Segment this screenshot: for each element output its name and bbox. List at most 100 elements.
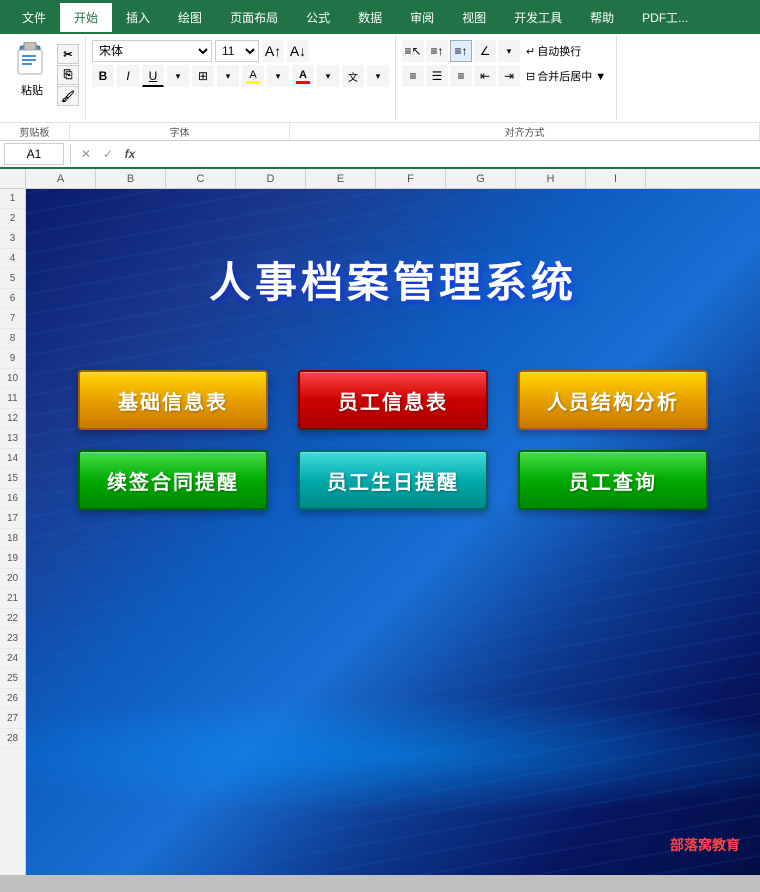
alignment-group: ≡↖ ≡↑ ≡↑ ∠ ▾ ↵ 自动换行 ≡ ☰ ≡ ⇤ ⇥ ⊟ 合并后居中 ▼ bbox=[396, 36, 617, 120]
col-header-A: A bbox=[26, 169, 96, 188]
tab-insert[interactable]: 插入 bbox=[112, 3, 164, 32]
tab-help[interactable]: 帮助 bbox=[576, 3, 628, 32]
col-header-C: C bbox=[166, 169, 236, 188]
row-num-18: 18 bbox=[0, 529, 25, 549]
watermark: 部落窝教育 bbox=[670, 835, 740, 855]
font-color-dropdown[interactable]: ▾ bbox=[317, 65, 339, 87]
menu-btn-基础信息表[interactable]: 基础信息表 bbox=[78, 370, 268, 430]
col-header-E: E bbox=[306, 169, 376, 188]
main-title: 人事档案管理系统 bbox=[209, 249, 577, 310]
row-num-header bbox=[0, 169, 26, 188]
tab-formula[interactable]: 公式 bbox=[292, 3, 344, 32]
cancel-icon[interactable]: ✕ bbox=[77, 145, 95, 163]
tab-view[interactable]: 视图 bbox=[448, 3, 500, 32]
formula-bar-separator bbox=[70, 144, 71, 164]
align-top-right-button[interactable]: ≡↑ bbox=[450, 40, 472, 62]
row-num-23: 23 bbox=[0, 629, 25, 649]
col-header-D: D bbox=[236, 169, 306, 188]
font-decrease-button[interactable]: A↓ bbox=[287, 40, 309, 62]
ribbon-group-labels: 剪贴板 字体 对齐方式 bbox=[0, 122, 760, 140]
format-painter-button[interactable]: 🖌 bbox=[57, 86, 79, 106]
align-top-left-button[interactable]: ≡↖ bbox=[402, 40, 424, 62]
col-header-F: F bbox=[376, 169, 446, 188]
tab-developer[interactable]: 开发工具 bbox=[500, 3, 576, 32]
align-top-center-button[interactable]: ≡↑ bbox=[426, 40, 448, 62]
alignment-label: 对齐方式 bbox=[290, 123, 760, 140]
fx-icon[interactable]: fx bbox=[121, 145, 139, 163]
column-headers: ABCDEFGHI bbox=[0, 169, 760, 189]
cell-reference-input[interactable] bbox=[4, 143, 64, 165]
font-color-button[interactable]: A bbox=[292, 65, 314, 87]
row-num-11: 11 bbox=[0, 389, 25, 409]
border-dropdown[interactable]: ▾ bbox=[217, 65, 239, 87]
col-header-I: I bbox=[586, 169, 646, 188]
cut-button[interactable]: ✂ bbox=[57, 44, 79, 64]
row-num-10: 10 bbox=[0, 369, 25, 389]
row-num-22: 22 bbox=[0, 609, 25, 629]
wrap-text-button[interactable]: ↵ 自动换行 bbox=[522, 40, 585, 62]
special-format-dropdown[interactable]: ▾ bbox=[367, 65, 389, 87]
clipboard-label: 剪贴板 bbox=[0, 123, 70, 140]
text-angle-button[interactable]: ∠ bbox=[474, 40, 496, 62]
menu-btn-员工查询[interactable]: 员工查询 bbox=[518, 450, 708, 510]
menu-btn-续签合同提醒[interactable]: 续签合同提醒 bbox=[78, 450, 268, 510]
row-num-12: 12 bbox=[0, 409, 25, 429]
row-num-14: 14 bbox=[0, 449, 25, 469]
row-num-9: 9 bbox=[0, 349, 25, 369]
text-angle-dropdown[interactable]: ▾ bbox=[498, 40, 520, 62]
font-size-select[interactable]: 11 bbox=[215, 40, 259, 62]
clipboard-group: 粘贴 ✂ ⎘ 🖌 bbox=[4, 36, 86, 120]
clipboard-small-buttons: ✂ ⎘ 🖌 bbox=[57, 44, 79, 106]
font-increase-button[interactable]: A↑ bbox=[262, 40, 284, 62]
tab-review[interactable]: 审阅 bbox=[396, 3, 448, 32]
ribbon-tabs-bar: 文件 开始 插入 绘图 页面布局 公式 数据 审阅 视图 开发工具 帮助 PDF… bbox=[0, 0, 760, 34]
special-format-button[interactable]: 文 bbox=[342, 65, 364, 87]
row-num-26: 26 bbox=[0, 689, 25, 709]
formula-input[interactable] bbox=[143, 143, 756, 165]
bold-button[interactable]: B bbox=[92, 65, 114, 87]
row-num-1: 1 bbox=[0, 189, 25, 209]
tab-page-layout[interactable]: 页面布局 bbox=[216, 3, 292, 32]
ribbon-content: 粘贴 ✂ ⎘ 🖌 宋体 11 A↑ A↓ bbox=[0, 34, 760, 122]
font-label: 字体 bbox=[70, 123, 290, 140]
confirm-icon[interactable]: ✓ bbox=[99, 145, 117, 163]
ribbon: 粘贴 ✂ ⎘ 🖌 宋体 11 A↑ A↓ bbox=[0, 34, 760, 141]
align-row-2: ≡ ☰ ≡ ⇤ ⇥ ⊟ 合并后居中 ▼ bbox=[402, 65, 610, 87]
decrease-indent-button[interactable]: ⇤ bbox=[474, 65, 496, 87]
paste-label: 粘贴 bbox=[21, 82, 43, 98]
font-name-select[interactable]: 宋体 bbox=[92, 40, 212, 62]
row-num-7: 7 bbox=[0, 309, 25, 329]
cells-area: 人事档案管理系统 基础信息表员工信息表人员结构分析续签合同提醒员工生日提醒员工查… bbox=[26, 189, 760, 875]
col-header-B: B bbox=[96, 169, 166, 188]
tab-file[interactable]: 文件 bbox=[8, 3, 60, 32]
tab-draw[interactable]: 绘图 bbox=[164, 3, 216, 32]
italic-button[interactable]: I bbox=[117, 65, 139, 87]
row-num-15: 15 bbox=[0, 469, 25, 489]
row-num-27: 27 bbox=[0, 709, 25, 729]
row-num-16: 16 bbox=[0, 489, 25, 509]
align-center-button[interactable]: ☰ bbox=[426, 65, 448, 87]
underline-dropdown[interactable]: ▾ bbox=[167, 65, 189, 87]
align-left-button[interactable]: ≡ bbox=[402, 65, 424, 87]
tab-pdf[interactable]: PDF工... bbox=[628, 3, 702, 32]
paste-icon bbox=[13, 42, 51, 80]
row-num-24: 24 bbox=[0, 649, 25, 669]
row-num-13: 13 bbox=[0, 429, 25, 449]
row-num-20: 20 bbox=[0, 569, 25, 589]
merge-button[interactable]: ⊟ 合并后居中 ▼ bbox=[522, 65, 610, 87]
border-button[interactable]: ⊞ bbox=[192, 65, 214, 87]
align-right-button[interactable]: ≡ bbox=[450, 65, 472, 87]
merge-label: 合并后居中 ▼ bbox=[537, 68, 606, 84]
menu-btn-人员结构分析[interactable]: 人员结构分析 bbox=[518, 370, 708, 430]
increase-indent-button[interactable]: ⇥ bbox=[498, 65, 520, 87]
fill-color-button[interactable]: A bbox=[242, 65, 264, 87]
wrap-text-label: 自动换行 bbox=[537, 43, 581, 59]
underline-button[interactable]: U bbox=[142, 65, 164, 87]
menu-btn-员工信息表[interactable]: 员工信息表 bbox=[298, 370, 488, 430]
menu-btn-员工生日提醒[interactable]: 员工生日提醒 bbox=[298, 450, 488, 510]
fill-color-dropdown[interactable]: ▾ bbox=[267, 65, 289, 87]
copy-button[interactable]: ⎘ bbox=[57, 65, 79, 85]
tab-data[interactable]: 数据 bbox=[344, 3, 396, 32]
tab-home[interactable]: 开始 bbox=[60, 3, 112, 32]
paste-button[interactable]: 粘贴 bbox=[10, 40, 54, 100]
